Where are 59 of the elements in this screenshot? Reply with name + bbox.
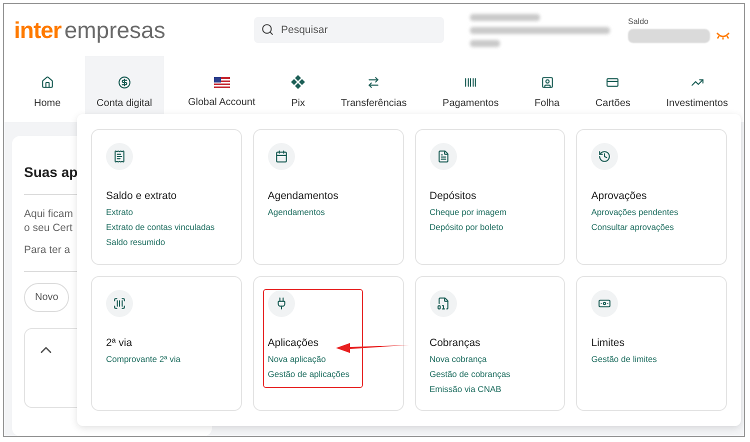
blurred-text [470,40,500,47]
description-text: o seu Cert [24,220,72,235]
logo-product: empresas [64,16,166,44]
menu-link[interactable]: Nova cobrança [430,352,550,366]
menu-link[interactable]: Consultar aprovações [591,220,712,235]
document-icon [430,143,456,170]
card-title: Cobranças [430,336,482,348]
card-title: Aprovações [591,190,648,202]
card-title: Saldo e extrato [106,190,178,202]
menu-link[interactable]: Emissão via CNAB [430,382,550,396]
banknote-icon [591,290,618,316]
flag-icon [214,76,230,88]
credit-card-icon [606,76,620,89]
balance-label: Saldo [628,17,650,26]
menu-link[interactable]: Cheque por imagem [430,205,550,220]
scan-barcode-icon [106,290,133,316]
menu-link[interactable]: Agendamentos [268,205,388,220]
logo-brand: inter [14,16,62,44]
menu-link[interactable]: Gestão de cobranças [430,366,550,382]
card-title: Suas ap [24,164,78,180]
eye-closed-icon[interactable] [716,32,730,40]
user-card-icon [540,76,554,89]
menu-link[interactable]: Extrato [106,205,227,220]
card-title: Aplicações [268,336,320,348]
menu-link[interactable]: Gestão de limites [591,352,712,366]
card-title: Depósitos [430,190,478,202]
home-icon [40,76,54,89]
nav-tab[interactable]: Folha [522,56,572,122]
plug-icon [268,290,295,316]
transfer-arrows-icon [367,76,380,89]
nav-tab[interactable]: Cartões [583,56,642,122]
note-text: Para ter a [24,242,70,257]
menu-link[interactable]: Depósito por boleto [430,220,550,235]
search-icon [261,23,274,36]
dollar-circle-icon [118,76,131,89]
card-title: Limites [591,336,626,348]
filter-chip[interactable]: Novo [24,283,70,312]
card-title: Agendamentos [268,190,340,202]
menu-link[interactable]: Comprovante 2ª via [106,352,227,366]
receipt-icon [106,143,133,170]
description-text: Aqui ficam [24,206,74,221]
nav-tab[interactable]: Home [22,56,73,122]
search-field[interactable]: Pesquisar [254,17,444,44]
menu-link[interactable]: Aprovações pendentes [591,205,712,220]
nav-tab[interactable]: Investimentos [654,56,740,122]
menu-link[interactable]: Extrato de contas vinculadas [106,220,227,235]
clock-list-icon [591,143,618,170]
menu-link[interactable]: Saldo resumido [106,235,227,250]
barcode-icon [464,76,478,89]
diamond-icon [291,75,306,90]
menu-link[interactable]: Gestão de aplicações [268,366,388,382]
nav-tab[interactable]: Pix [279,56,318,122]
menu-link[interactable]: Nova aplicação [268,352,388,366]
nav-tab[interactable]: Transferências [328,56,419,122]
blurred-text [470,14,540,21]
file-icon [430,290,456,316]
calendar-icon [268,143,295,170]
card-title: 2ª via [106,336,134,348]
nav-tab[interactable]: Pagamentos [430,56,511,122]
